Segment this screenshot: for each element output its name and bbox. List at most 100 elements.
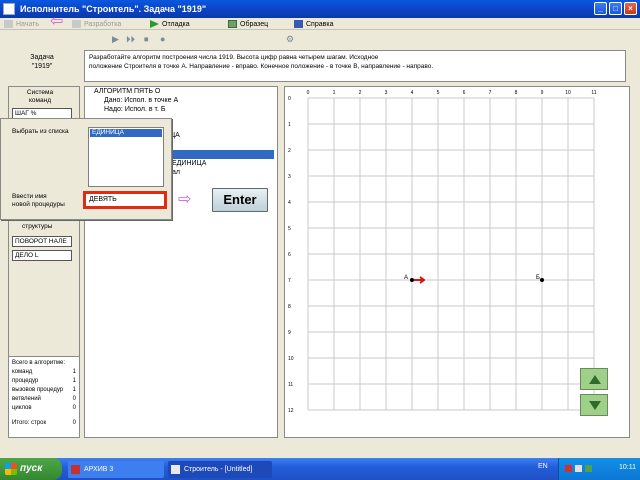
menu-item-start[interactable]: Начать <box>4 19 39 29</box>
x-tick-label: 0 <box>307 90 310 96</box>
algorithm-line[interactable]: Дано: Испол. в точке А <box>104 97 178 104</box>
language-indicator[interactable]: EN <box>538 463 548 470</box>
list-item[interactable]: ЕДИНИЦА <box>90 129 162 137</box>
y-tick-label: 12 <box>288 408 294 414</box>
y-tick-label: 1 <box>288 122 291 128</box>
x-tick-label: 11 <box>591 90 596 96</box>
x-tick-label: 3 <box>385 90 388 96</box>
x-tick-label: 6 <box>463 90 466 96</box>
y-tick-label: 0 <box>288 96 291 102</box>
window-title: Исполнитель "Строитель". Задача "1919" <box>20 4 207 14</box>
maximize-button[interactable]: □ <box>609 2 622 15</box>
selected-line-highlight <box>170 150 274 159</box>
taskbar-item-label: Строитель - [Untitled] <box>184 466 253 473</box>
coordinate-grid: 0 1 2 3 4 5 6 7 8 9 10 110123456789101112A Б <box>288 90 597 414</box>
scroll-down-button[interactable] <box>580 394 608 416</box>
minimize-button[interactable]: _ <box>594 2 607 15</box>
pointer-arrow-icon: ⇨ <box>178 191 192 208</box>
arrow-down-icon <box>589 401 601 410</box>
summary-key: процедур <box>12 378 39 384</box>
help-icon <box>294 20 303 28</box>
menu-item-sample[interactable]: Образец <box>228 19 268 29</box>
summary-value: 1 <box>72 387 76 393</box>
procedure-name-input[interactable]: ДЕВЯТЬ <box>83 191 167 209</box>
y-tick-label: 9 <box>288 330 291 336</box>
system-tray: 10:11 <box>558 458 640 480</box>
menu-item-debug[interactable]: Отладка <box>150 19 190 29</box>
x-tick-label: 2 <box>359 90 362 96</box>
taskbar-item-label: АРХИВ 3 <box>84 466 114 473</box>
summary-key: Итого: строк <box>12 420 47 426</box>
summary-key: циклов <box>12 405 32 411</box>
tray-icon[interactable] <box>585 465 592 472</box>
arrow-up-icon <box>589 375 601 384</box>
taskbar: пуск АРХИВ 3 Строитель - [Untitled] EN 1… <box>0 458 640 480</box>
close-button[interactable]: × <box>624 2 637 15</box>
summary-row: вызовов процедур 1 <box>12 386 76 395</box>
algorithm-line[interactable]: ЕДИНИЦА <box>172 160 206 167</box>
menu-item-develop[interactable]: Разработка <box>72 19 121 29</box>
summary-row: команд 1 <box>12 368 76 377</box>
sample-icon <box>228 20 237 28</box>
menu-label: Образец <box>240 20 269 28</box>
summary-value: 1 <box>72 369 76 375</box>
menu-bar: Начать Разработка Отладка Образец Справк… <box>0 18 640 30</box>
clock: 10:11 <box>619 464 636 471</box>
toolbar: ▶ ⏵⏵ ⏹ ● ⚙ <box>0 31 640 47</box>
algorithm-line[interactable]: ал <box>172 169 180 176</box>
x-tick-label: 1 <box>333 90 336 96</box>
algorithm-line[interactable]: АЛГОРИТМ ПЯТЬ О <box>94 88 160 95</box>
y-tick-label: 7 <box>288 278 291 284</box>
start-button[interactable]: пуск <box>0 458 62 480</box>
y-tick-label: 4 <box>288 200 291 206</box>
new-procedure-label: Ввести имя новой процедуры <box>12 193 65 208</box>
tray-icon[interactable] <box>565 465 572 472</box>
summary-value: 1 <box>72 378 76 384</box>
y-tick-label: 10 <box>288 356 294 362</box>
record-button[interactable]: ● <box>160 34 165 44</box>
summary-value: 0 <box>72 405 76 411</box>
menu-item-help[interactable]: Справка <box>294 19 333 29</box>
enter-button[interactable]: Enter <box>212 188 268 212</box>
summary-title: Всего в алгоритме: <box>12 360 66 366</box>
summary-value: 0 <box>72 420 76 426</box>
y-tick-label: 8 <box>288 304 291 310</box>
y-tick-label: 6 <box>288 252 291 258</box>
algorithm-line[interactable]: Надо: Испол. в т. Б <box>104 106 165 113</box>
point-a-label: A <box>404 275 408 281</box>
command-do-button[interactable]: ДЕЛО L <box>12 250 72 261</box>
settings-icon[interactable]: ⚙ <box>286 34 294 44</box>
y-tick-label: 2 <box>288 148 291 154</box>
run-button[interactable]: ▶ <box>112 34 119 44</box>
x-tick-label: 7 <box>489 90 492 96</box>
tray-icon[interactable] <box>575 465 582 472</box>
task-description: Разработайте алгоритм построения числа 1… <box>84 50 626 82</box>
taskbar-item-builder[interactable]: Строитель - [Untitled] <box>168 461 272 478</box>
pointer-arrow-icon: ⇦ <box>50 13 64 30</box>
app-window: Исполнитель "Строитель". Задача "1919" _… <box>0 0 640 458</box>
menu-label: Справка <box>306 20 334 28</box>
stop-button[interactable]: ⏹ <box>144 34 149 44</box>
summary-row: процедур 1 <box>12 377 76 386</box>
summary-key: вызовов процедур <box>12 387 64 393</box>
algorithm-summary: Всего в алгоритме: команд 1 процедур 1 выз… <box>8 356 80 438</box>
taskbar-item-archive[interactable]: АРХИВ 3 <box>68 461 164 478</box>
structures-label: структуры <box>22 223 53 230</box>
procedure-list[interactable]: ЕДИНИЦА <box>88 127 164 187</box>
play-icon <box>150 20 159 28</box>
task-line-1: Разработайте алгоритм построения числа 1… <box>89 54 379 61</box>
task-line-2: положение Строителя в точке А. Направлен… <box>89 63 434 70</box>
summary-key: ветвлений <box>12 396 41 402</box>
scroll-up-button[interactable] <box>580 368 608 390</box>
x-tick-label: 8 <box>515 90 518 96</box>
command-turn-button[interactable]: ПОВОРОТ НАЛЕ <box>12 236 72 247</box>
edit-icon <box>72 20 81 28</box>
summary-row: ветвлений 0 <box>12 395 76 404</box>
new-icon <box>4 20 13 28</box>
summary-row: Итого: строк 0 <box>12 419 76 428</box>
y-tick-label: 11 <box>288 382 293 388</box>
command-system-heading: Система команд <box>26 89 54 104</box>
step-button[interactable]: ⏵⏵ <box>126 34 135 44</box>
menu-label: Отладка <box>162 20 190 28</box>
x-tick-label: 5 <box>437 90 440 96</box>
